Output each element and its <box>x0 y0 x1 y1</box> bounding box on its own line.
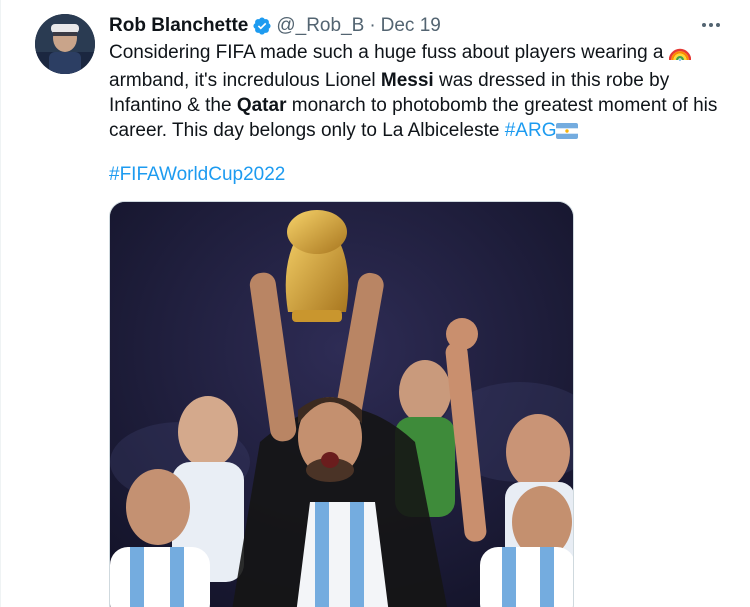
tweet-photo[interactable] <box>109 201 574 607</box>
tweet-bold-text: Qatar <box>236 95 287 116</box>
hashtag-link[interactable]: #FIFAWorldCup2022 <box>109 162 285 187</box>
tweet-text-part: armband, it's incredulous Lionel <box>109 70 381 91</box>
tweet-bold-text: Messi <box>380 70 434 91</box>
avatar[interactable] <box>35 14 95 74</box>
argentina-flag-icon <box>556 121 579 146</box>
more-icon[interactable] <box>700 14 722 40</box>
header-separator: · <box>369 15 376 36</box>
author-handle[interactable]: @_Rob_B <box>276 14 364 38</box>
tweet-text-part: Considering FIFA made such a huge fuss a… <box>109 42 669 63</box>
verified-badge-icon <box>252 16 272 36</box>
tweet-header: Rob Blanchette @_Rob_B · Dec 19 <box>109 14 441 38</box>
author-name[interactable]: Rob Blanchette <box>109 14 248 38</box>
tweet-date[interactable]: Dec 19 <box>381 14 441 38</box>
tweet-text: Considering FIFA made such a huge fuss a… <box>109 40 721 146</box>
rainbow-emoji-icon <box>668 41 691 68</box>
tweet-card[interactable]: Rob Blanchette @_Rob_B · Dec 19 Consider… <box>0 0 750 607</box>
hashtag-link[interactable]: #ARG <box>505 120 557 141</box>
